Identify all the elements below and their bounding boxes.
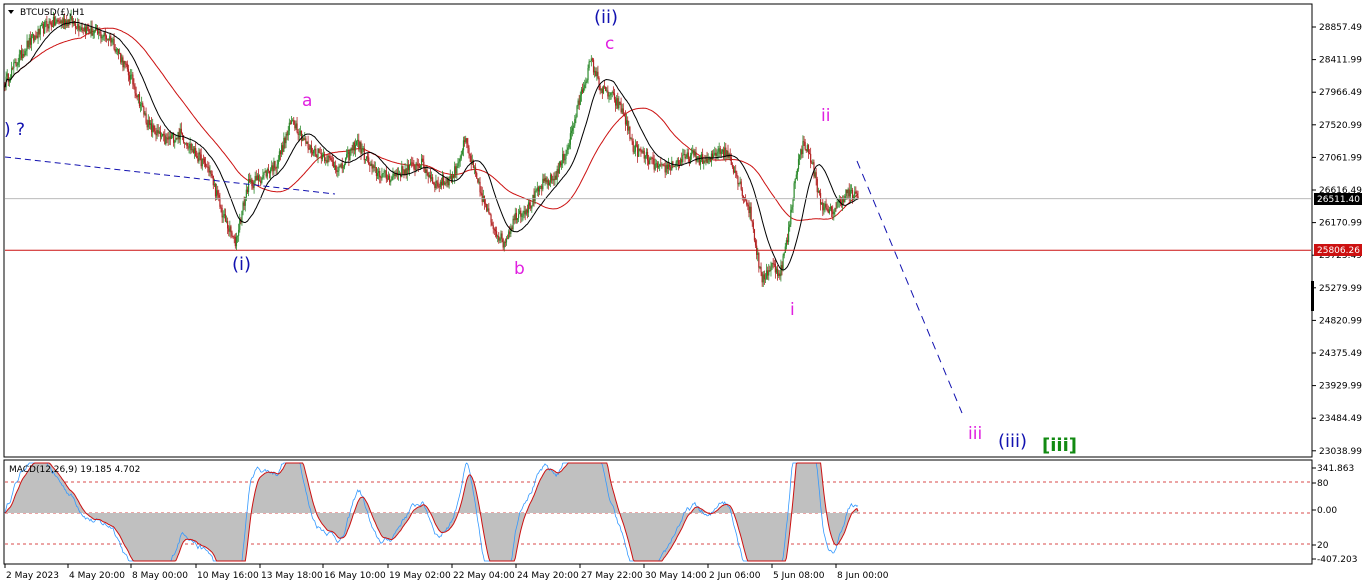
candle bbox=[558, 160, 560, 174]
support-price-label: 25806.26 bbox=[1317, 246, 1360, 256]
candle bbox=[450, 174, 452, 183]
candle bbox=[793, 181, 795, 201]
wave-label: (ii) bbox=[594, 7, 618, 28]
time-tick-label: 16 May 10:00 bbox=[324, 571, 386, 581]
candle bbox=[532, 194, 534, 207]
wave-label: b bbox=[514, 259, 525, 279]
candle bbox=[349, 148, 351, 161]
wave-label: ii bbox=[821, 106, 830, 126]
wave-label: c bbox=[605, 34, 614, 54]
candle bbox=[576, 104, 578, 118]
price-tick-label: 23038.99 bbox=[1319, 447, 1362, 457]
macd-tick-label: 341.863 bbox=[1317, 464, 1354, 474]
price-tick-label: 23484.49 bbox=[1319, 414, 1362, 424]
time-tick-label: 4 May 20:00 bbox=[69, 571, 125, 581]
macd-title: MACD(12,26,9) 19.185 4.702 bbox=[9, 465, 140, 475]
macd-tick-label: 80 bbox=[1317, 479, 1329, 489]
current-price-label: 26511.40 bbox=[1317, 195, 1360, 205]
candle bbox=[605, 86, 607, 92]
time-tick-label: 10 May 16:00 bbox=[197, 571, 259, 581]
time-tick-label: 8 Jun 00:00 bbox=[837, 571, 889, 581]
time-tick-label: 24 May 20:00 bbox=[517, 571, 579, 581]
price-tick-label: 26170.99 bbox=[1319, 219, 1362, 229]
candle bbox=[753, 228, 756, 243]
wave-label: a bbox=[302, 91, 312, 111]
macd-tick-label: 0.00 bbox=[1317, 506, 1337, 516]
candle bbox=[306, 141, 308, 145]
price-tick-label: 24820.99 bbox=[1319, 316, 1362, 326]
wave-label: i bbox=[790, 300, 795, 320]
time-tick-label: 13 May 18:00 bbox=[261, 571, 323, 581]
price-tick-label: 27966.49 bbox=[1319, 88, 1362, 98]
price-pane bbox=[3, 3, 1313, 458]
macd-tick-label: 20 bbox=[1317, 541, 1329, 551]
macd-axis: 341.863 80 0.00 20 -407.203 bbox=[1312, 464, 1357, 565]
price-axis: 28857.49 28411.99 27966.49 27520.99 27061.99… bbox=[1312, 23, 1362, 457]
wave-label: ) ? bbox=[4, 120, 25, 140]
candle bbox=[602, 85, 605, 95]
scroll-handle[interactable] bbox=[1311, 281, 1314, 311]
candle bbox=[318, 148, 320, 154]
price-tick-label: 25279.99 bbox=[1319, 284, 1362, 294]
price-tick-label: 28411.99 bbox=[1319, 56, 1362, 66]
wave-label: iii bbox=[968, 424, 982, 444]
price-tick-label: 27061.99 bbox=[1319, 153, 1362, 163]
symbol-title: BTCUSD(£),H1 bbox=[20, 8, 85, 18]
time-tick-label: 30 May 14:00 bbox=[645, 571, 707, 581]
candle bbox=[673, 166, 675, 167]
time-tick-label: 22 May 04:00 bbox=[453, 571, 515, 581]
time-tick-label: 2 Jun 06:00 bbox=[709, 571, 761, 581]
trading-chart[interactable]: ) ?(i)abc(ii)iiiiii (iii) [iii] BTCUSD(£),… bbox=[0, 0, 1366, 588]
macd-tick-label: -407.203 bbox=[1317, 555, 1357, 565]
price-tick-label: 23929.99 bbox=[1319, 382, 1362, 392]
candle bbox=[162, 133, 164, 137]
candle bbox=[782, 253, 784, 272]
time-tick-label: 2 May 2023 bbox=[6, 571, 59, 581]
time-tick-label: 8 May 00:00 bbox=[132, 571, 188, 581]
candle bbox=[472, 159, 475, 169]
price-tick-label: 27520.99 bbox=[1319, 121, 1362, 131]
wave-label: [iii] bbox=[1042, 435, 1077, 456]
time-tick-label: 27 May 22:00 bbox=[581, 571, 643, 581]
price-tick-label: 28857.49 bbox=[1319, 23, 1362, 33]
wave-label: (iii) bbox=[998, 431, 1027, 452]
candle bbox=[44, 20, 46, 35]
price-tick-label: 24375.49 bbox=[1319, 349, 1362, 359]
wave-label: (i) bbox=[232, 254, 251, 275]
candle bbox=[698, 156, 700, 166]
time-tick-label: 19 May 02:00 bbox=[389, 571, 451, 581]
time-axis: 2 May 2023 4 May 20:00 8 May 00:00 10 May 1… bbox=[4, 564, 889, 581]
time-tick-label: 5 Jun 08:00 bbox=[773, 571, 825, 581]
